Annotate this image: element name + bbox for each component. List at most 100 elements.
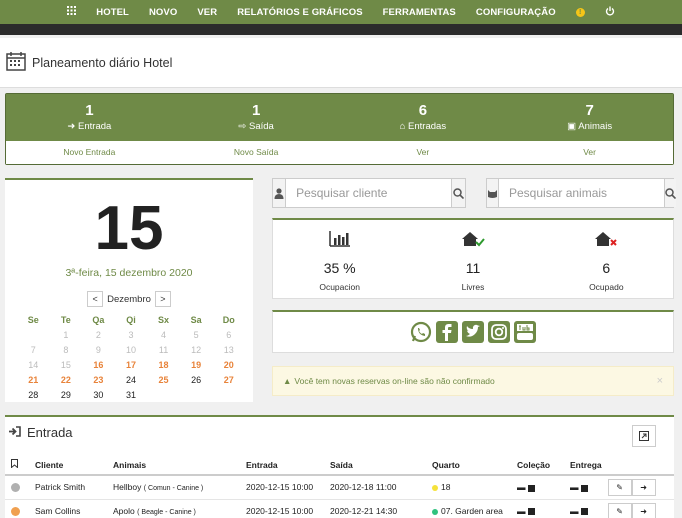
twitter-icon[interactable] <box>462 321 484 343</box>
checkout-button[interactable]: ➜ <box>631 502 656 518</box>
search-animal-input[interactable] <box>499 179 664 207</box>
calendar-day[interactable]: 26 <box>180 374 213 387</box>
user-icon <box>273 179 287 207</box>
calendar-day[interactable]: 30 <box>82 389 115 402</box>
client-name[interactable]: Sam Collins <box>29 499 107 518</box>
calendar-day[interactable]: 18 <box>147 359 180 372</box>
occupancy-panel: 35 % Ocupacion 11 Livres 6 Ocupado <box>272 218 674 299</box>
instagram-icon[interactable] <box>488 321 510 343</box>
calendar-day[interactable]: 2 <box>82 329 115 342</box>
calendar-day[interactable]: 3 <box>115 329 148 342</box>
animal-breed: ( Comun - Canine ) <box>143 485 204 493</box>
delivery-checkbox[interactable] <box>580 484 588 492</box>
calendar-day[interactable]: 8 <box>50 344 83 357</box>
animal-icon <box>487 179 499 207</box>
room-name: 07. Garden area <box>441 506 503 516</box>
collection-checkbox[interactable] <box>527 484 535 492</box>
next-month-button[interactable]: > <box>154 291 171 307</box>
calendar-day[interactable]: 15 <box>50 359 83 372</box>
entrada-panel: Entrada Cliente Animais Entrada Saída Qu… <box>5 415 674 518</box>
calendar-day[interactable]: 6 <box>212 329 245 342</box>
nav-relatorios[interactable]: RELATÓRIOS E GRÁFICOS <box>237 7 362 18</box>
novo-entrada-link[interactable]: Novo Entrada <box>6 141 173 164</box>
calendar-day[interactable]: 29 <box>50 389 83 402</box>
youtube-icon[interactable] <box>514 321 536 343</box>
delivery-cell: ▬ <box>564 499 602 518</box>
calendar-day[interactable]: 22 <box>50 374 83 387</box>
calendar-day[interactable]: 23 <box>82 374 115 387</box>
prev-month-button[interactable]: < <box>87 291 104 307</box>
calendar-day[interactable]: 31 <box>115 389 148 402</box>
calendar-day[interactable]: 17 <box>115 359 148 372</box>
search-client-box <box>272 178 466 208</box>
calendar-day[interactable]: 13 <box>212 344 245 357</box>
calendar-day[interactable]: 14 <box>17 359 50 372</box>
weekday-label: Do <box>222 315 235 325</box>
animal-name[interactable]: Apolo <box>113 506 135 516</box>
occupied-stat: 6 Ocupado <box>540 220 673 298</box>
collection-cell: ▬ <box>511 475 564 500</box>
weekday-label: Sx <box>158 315 170 325</box>
grid-icon[interactable] <box>67 6 77 18</box>
alert-close-button[interactable]: × <box>657 375 663 387</box>
nav-ver[interactable]: VER <box>197 7 217 18</box>
search-client-input[interactable] <box>286 179 452 207</box>
nav-configuracao[interactable]: CONFIGURAÇÃO <box>476 7 556 18</box>
calendar-day[interactable]: 5 <box>180 329 213 342</box>
animal-name[interactable]: Hellboy <box>113 482 141 492</box>
calendar-day[interactable]: 19 <box>180 359 213 372</box>
client-name[interactable]: Patrick Smith <box>29 475 107 500</box>
power-icon[interactable] <box>605 6 615 19</box>
edit-button[interactable]: ✎ <box>607 478 632 496</box>
calendar-day[interactable]: 11 <box>147 344 180 357</box>
warning-icon[interactable]: ! <box>575 7 585 17</box>
stat-entrada: 1 ➜ Entrada <box>6 94 173 141</box>
search-animal-button[interactable] <box>664 179 676 207</box>
warning-triangle-icon: ▲ <box>283 376 292 386</box>
col-entrada: Entrada <box>240 455 324 476</box>
nav-hotel[interactable]: HOTEL <box>96 7 129 18</box>
truck-icon: ▬ <box>570 506 579 516</box>
nav-novo[interactable]: NOVO <box>149 7 177 18</box>
checkout-button[interactable]: ➜ <box>631 478 656 496</box>
entrada-table: Cliente Animais Entrada Saída Quarto Col… <box>5 455 674 518</box>
calendar-day[interactable]: 10 <box>115 344 148 357</box>
calendar-day[interactable]: 16 <box>82 359 115 372</box>
calendar-day[interactable]: 7 <box>17 344 50 357</box>
sub-nav-bar <box>0 24 682 35</box>
table-row[interactable]: Sam Collins Apolo ( Beagle - Canine ) 2020… <box>5 499 674 518</box>
search-icon <box>453 187 465 199</box>
ver-entradas-link[interactable]: Ver <box>340 141 507 164</box>
edit-button[interactable]: ✎ <box>607 502 632 518</box>
calendar-day[interactable]: 28 <box>17 389 50 402</box>
calendar-empty-cell <box>17 329 50 342</box>
stat-count: 1 <box>251 102 261 119</box>
calendar-day[interactable]: 21 <box>17 374 50 387</box>
col-entrega: Entrega <box>564 455 602 476</box>
novo-saida-link[interactable]: Novo Saída <box>173 141 340 164</box>
calendar-day[interactable]: 4 <box>147 329 180 342</box>
weekday-label: Qi <box>126 315 136 325</box>
calendar-day[interactable]: 12 <box>180 344 213 357</box>
delivery-checkbox[interactable] <box>580 508 588 516</box>
calendar-day[interactable]: 20 <box>212 359 245 372</box>
home-check-icon <box>406 228 539 250</box>
whatsapp-icon[interactable] <box>410 321 432 343</box>
calendar-day[interactable]: 25 <box>147 374 180 387</box>
stat-label: Animais <box>578 121 613 132</box>
ver-animais-link[interactable]: Ver <box>506 141 673 164</box>
table-row[interactable]: Patrick Smith Hellboy ( Comun - Canine ) 2… <box>5 475 674 500</box>
collection-checkbox[interactable] <box>527 508 535 516</box>
paw-icon: ▣ <box>567 121 577 132</box>
calendar-day[interactable]: 1 <box>50 329 83 342</box>
export-button[interactable] <box>632 425 656 447</box>
calendar-day[interactable]: 9 <box>82 344 115 357</box>
facebook-icon[interactable] <box>436 321 458 343</box>
calendar-day[interactable]: 27 <box>212 374 245 387</box>
month-nav: < Dezembro > <box>5 291 253 307</box>
animal-breed: ( Beagle - Canine ) <box>137 509 196 516</box>
calendar-day[interactable]: 24 <box>115 374 148 387</box>
search-client-button[interactable] <box>451 179 465 207</box>
nav-ferramentas[interactable]: FERRAMENTAS <box>383 7 456 18</box>
occupied-value: 6 <box>602 260 611 276</box>
